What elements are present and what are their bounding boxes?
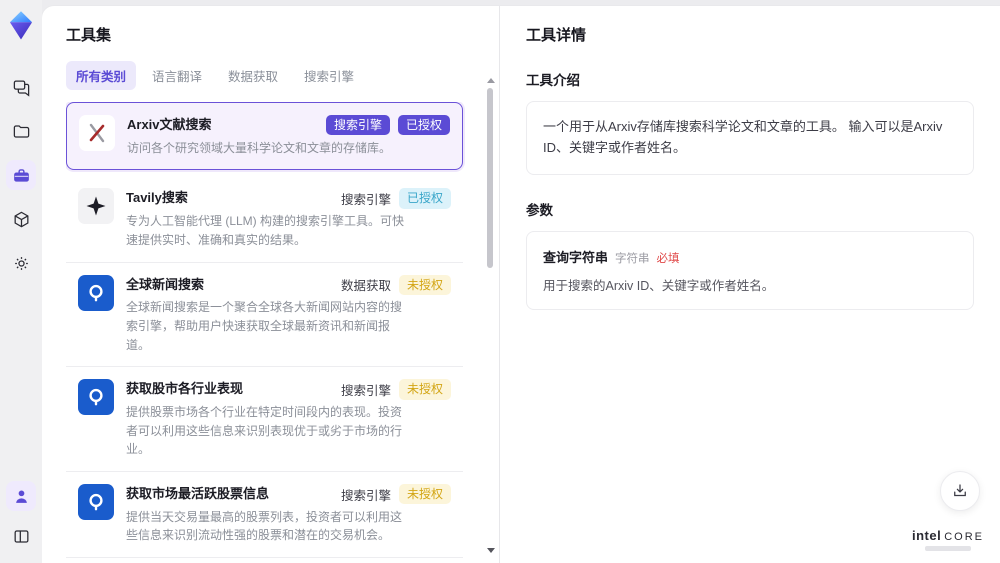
folder-icon bbox=[13, 124, 29, 138]
intro-heading: 工具介绍 bbox=[526, 73, 580, 88]
category-tab-0[interactable]: 所有类别 bbox=[66, 61, 137, 90]
category-tab-3[interactable]: 搜索引擎 bbox=[294, 61, 364, 90]
packages-nav-button[interactable] bbox=[6, 204, 36, 234]
tool-icon bbox=[78, 379, 114, 416]
rail-bottom bbox=[6, 481, 36, 551]
news-q-icon bbox=[89, 493, 103, 511]
list-scrollbar[interactable] bbox=[486, 78, 495, 553]
params-box: 查询字符串 字符串 必填 用于搜索的Arxiv ID、关键字或作者姓名。 bbox=[526, 230, 974, 310]
tavily-star-icon bbox=[86, 196, 106, 216]
detail-title: 工具详情 bbox=[526, 27, 587, 44]
news-q-icon bbox=[89, 389, 103, 406]
cube-icon bbox=[14, 211, 28, 227]
category-tab-2[interactable]: 数据获取 bbox=[218, 61, 288, 90]
auth-status-badge: 已授权 bbox=[398, 188, 451, 209]
tool-description: 全球新闻搜索是一个聚合全球各大新闻网站内容的搜索引擎，帮助用户快速获取全球最新资… bbox=[126, 300, 403, 352]
rail-nav bbox=[6, 72, 36, 278]
main-content: 工具集 所有类别 语言翻译 数据获取 搜索引擎 Arxiv文献搜索 访问各个研究领域大… bbox=[42, 6, 1000, 563]
user-profile-button[interactable] bbox=[6, 481, 36, 511]
tool-category: 搜索引擎 bbox=[325, 115, 390, 136]
tool-tags: 搜索引擎 已授权 bbox=[340, 188, 451, 209]
tool-icon bbox=[78, 274, 114, 311]
param-required-flag: 必填 bbox=[656, 252, 680, 265]
arxiv-logo-icon bbox=[89, 123, 105, 143]
tool-tags: 数据获取 未授权 bbox=[340, 274, 451, 295]
brand-intel: intel bbox=[911, 528, 942, 543]
tool-card[interactable]: Tavily搜索 专为人工智能代理 (LLM) 构建的搜索引擎工具。可快速提供实… bbox=[66, 176, 463, 263]
scroll-up-arrow[interactable] bbox=[487, 78, 495, 83]
tool-card[interactable]: Arxiv文献搜索 访问各个研究领域大量科学论文和文章的存储库。 搜索引擎 已授… bbox=[66, 102, 463, 171]
tool-description: 提供股票市场各个行业在特定时间段内的表现。投资者可以利用这些信息来识别表现优于或… bbox=[126, 405, 403, 457]
tool-card[interactable]: 获取股市各行业表现 提供股票市场各个行业在特定时间段内的表现。投资者可以利用这些… bbox=[66, 367, 463, 472]
intel-core-logo: intel CORE bbox=[912, 528, 984, 551]
param-description: 用于搜索的Arxiv ID、关键字或作者姓名。 bbox=[543, 278, 775, 293]
scroll-down-arrow[interactable] bbox=[487, 548, 495, 553]
layout-panel-icon bbox=[14, 529, 28, 543]
tool-card[interactable]: 万维地区新闻查询 查询具体行政区划内的新闻，快速了解各地新闻动 搜索引擎 未授权 bbox=[66, 557, 463, 563]
param-name: 查询字符串 bbox=[543, 249, 609, 265]
tool-description: 提供当天交易量最高的股票列表，投资者可以利用这些信息来识别流动性强的股票和潜在的… bbox=[126, 509, 403, 543]
tool-detail-panel: 工具详情 工具介绍 一个用于从Arxiv存储库搜索科学论文和文章的工具。 输入可… bbox=[500, 6, 1000, 563]
auth-status-badge: 已授权 bbox=[397, 115, 450, 136]
auth-status-badge: 未授权 bbox=[398, 483, 451, 505]
toolbox-icon bbox=[13, 168, 29, 182]
tool-card[interactable]: 获取市场最活跃股票信息 提供当天交易量最高的股票列表，投资者可以利用这些信息来识… bbox=[66, 471, 463, 558]
brand-core: CORE bbox=[944, 531, 984, 543]
tool-tags: 搜索引擎 已授权 bbox=[325, 115, 450, 136]
news-q-icon bbox=[89, 284, 103, 301]
chat-icon bbox=[13, 80, 29, 97]
files-nav-button[interactable] bbox=[6, 116, 36, 146]
gear-icon bbox=[14, 256, 28, 270]
tool-description: 专为人工智能代理 (LLM) 构建的搜索引擎工具。可快速提供实时、准确和真实的结… bbox=[126, 214, 405, 247]
chat-nav-button[interactable] bbox=[6, 72, 36, 102]
left-rail bbox=[0, 0, 42, 563]
download-icon bbox=[954, 484, 966, 497]
intro-text: 一个用于从Arxiv存储库搜索科学论文和文章的工具。 输入可以是Arxiv ID… bbox=[543, 119, 943, 155]
tool-description: 访问各个研究领域大量科学论文和文章的存储库。 bbox=[127, 140, 392, 155]
tool-tags: 搜索引擎 未授权 bbox=[340, 379, 451, 400]
user-icon bbox=[15, 489, 27, 503]
auth-status-badge: 未授权 bbox=[398, 379, 451, 400]
tool-card[interactable]: 全球新闻搜索 全球新闻搜索是一个聚合全球各大新闻网站内容的搜索引擎，帮助用户快速… bbox=[66, 262, 463, 368]
tool-icon bbox=[78, 483, 114, 520]
category-tab-1[interactable]: 语言翻译 bbox=[142, 61, 212, 90]
tool-category: 数据获取 bbox=[340, 279, 391, 294]
tool-category: 搜索引擎 bbox=[340, 383, 391, 398]
settings-nav-button[interactable] bbox=[6, 248, 36, 278]
tools-nav-button[interactable] bbox=[6, 160, 36, 190]
page-title: 工具集 bbox=[66, 27, 112, 44]
auth-status-badge: 未授权 bbox=[398, 274, 451, 295]
tool-list: Arxiv文献搜索 访问各个研究领域大量科学论文和文章的存储库。 搜索引擎 已授… bbox=[66, 102, 473, 563]
tool-category: 搜索引擎 bbox=[340, 193, 391, 208]
params-heading: 参数 bbox=[526, 202, 553, 218]
download-button[interactable] bbox=[940, 471, 980, 511]
intro-box: 一个用于从Arxiv存储库搜索科学论文和文章的工具。 输入可以是Arxiv ID… bbox=[526, 101, 974, 175]
scrollbar-thumb[interactable] bbox=[487, 88, 493, 268]
tool-tags: 搜索引擎 未授权 bbox=[340, 483, 451, 505]
tool-icon bbox=[78, 188, 114, 225]
category-tabs: 所有类别 语言翻译 数据获取 搜索引擎 bbox=[66, 61, 473, 90]
collapse-panel-button[interactable] bbox=[6, 521, 36, 551]
tool-icon bbox=[79, 115, 115, 151]
brand-subline bbox=[924, 546, 971, 551]
tools-list-panel: 工具集 所有类别 语言翻译 数据获取 搜索引擎 Arxiv文献搜索 访问各个研究领域大… bbox=[42, 6, 500, 563]
tool-category: 搜索引擎 bbox=[340, 488, 391, 503]
parameter-row: 查询字符串 字符串 必填 用于搜索的Arxiv ID、关键字或作者姓名。 bbox=[543, 247, 957, 294]
app-logo bbox=[9, 11, 33, 40]
param-type: 字符串 bbox=[615, 252, 650, 265]
